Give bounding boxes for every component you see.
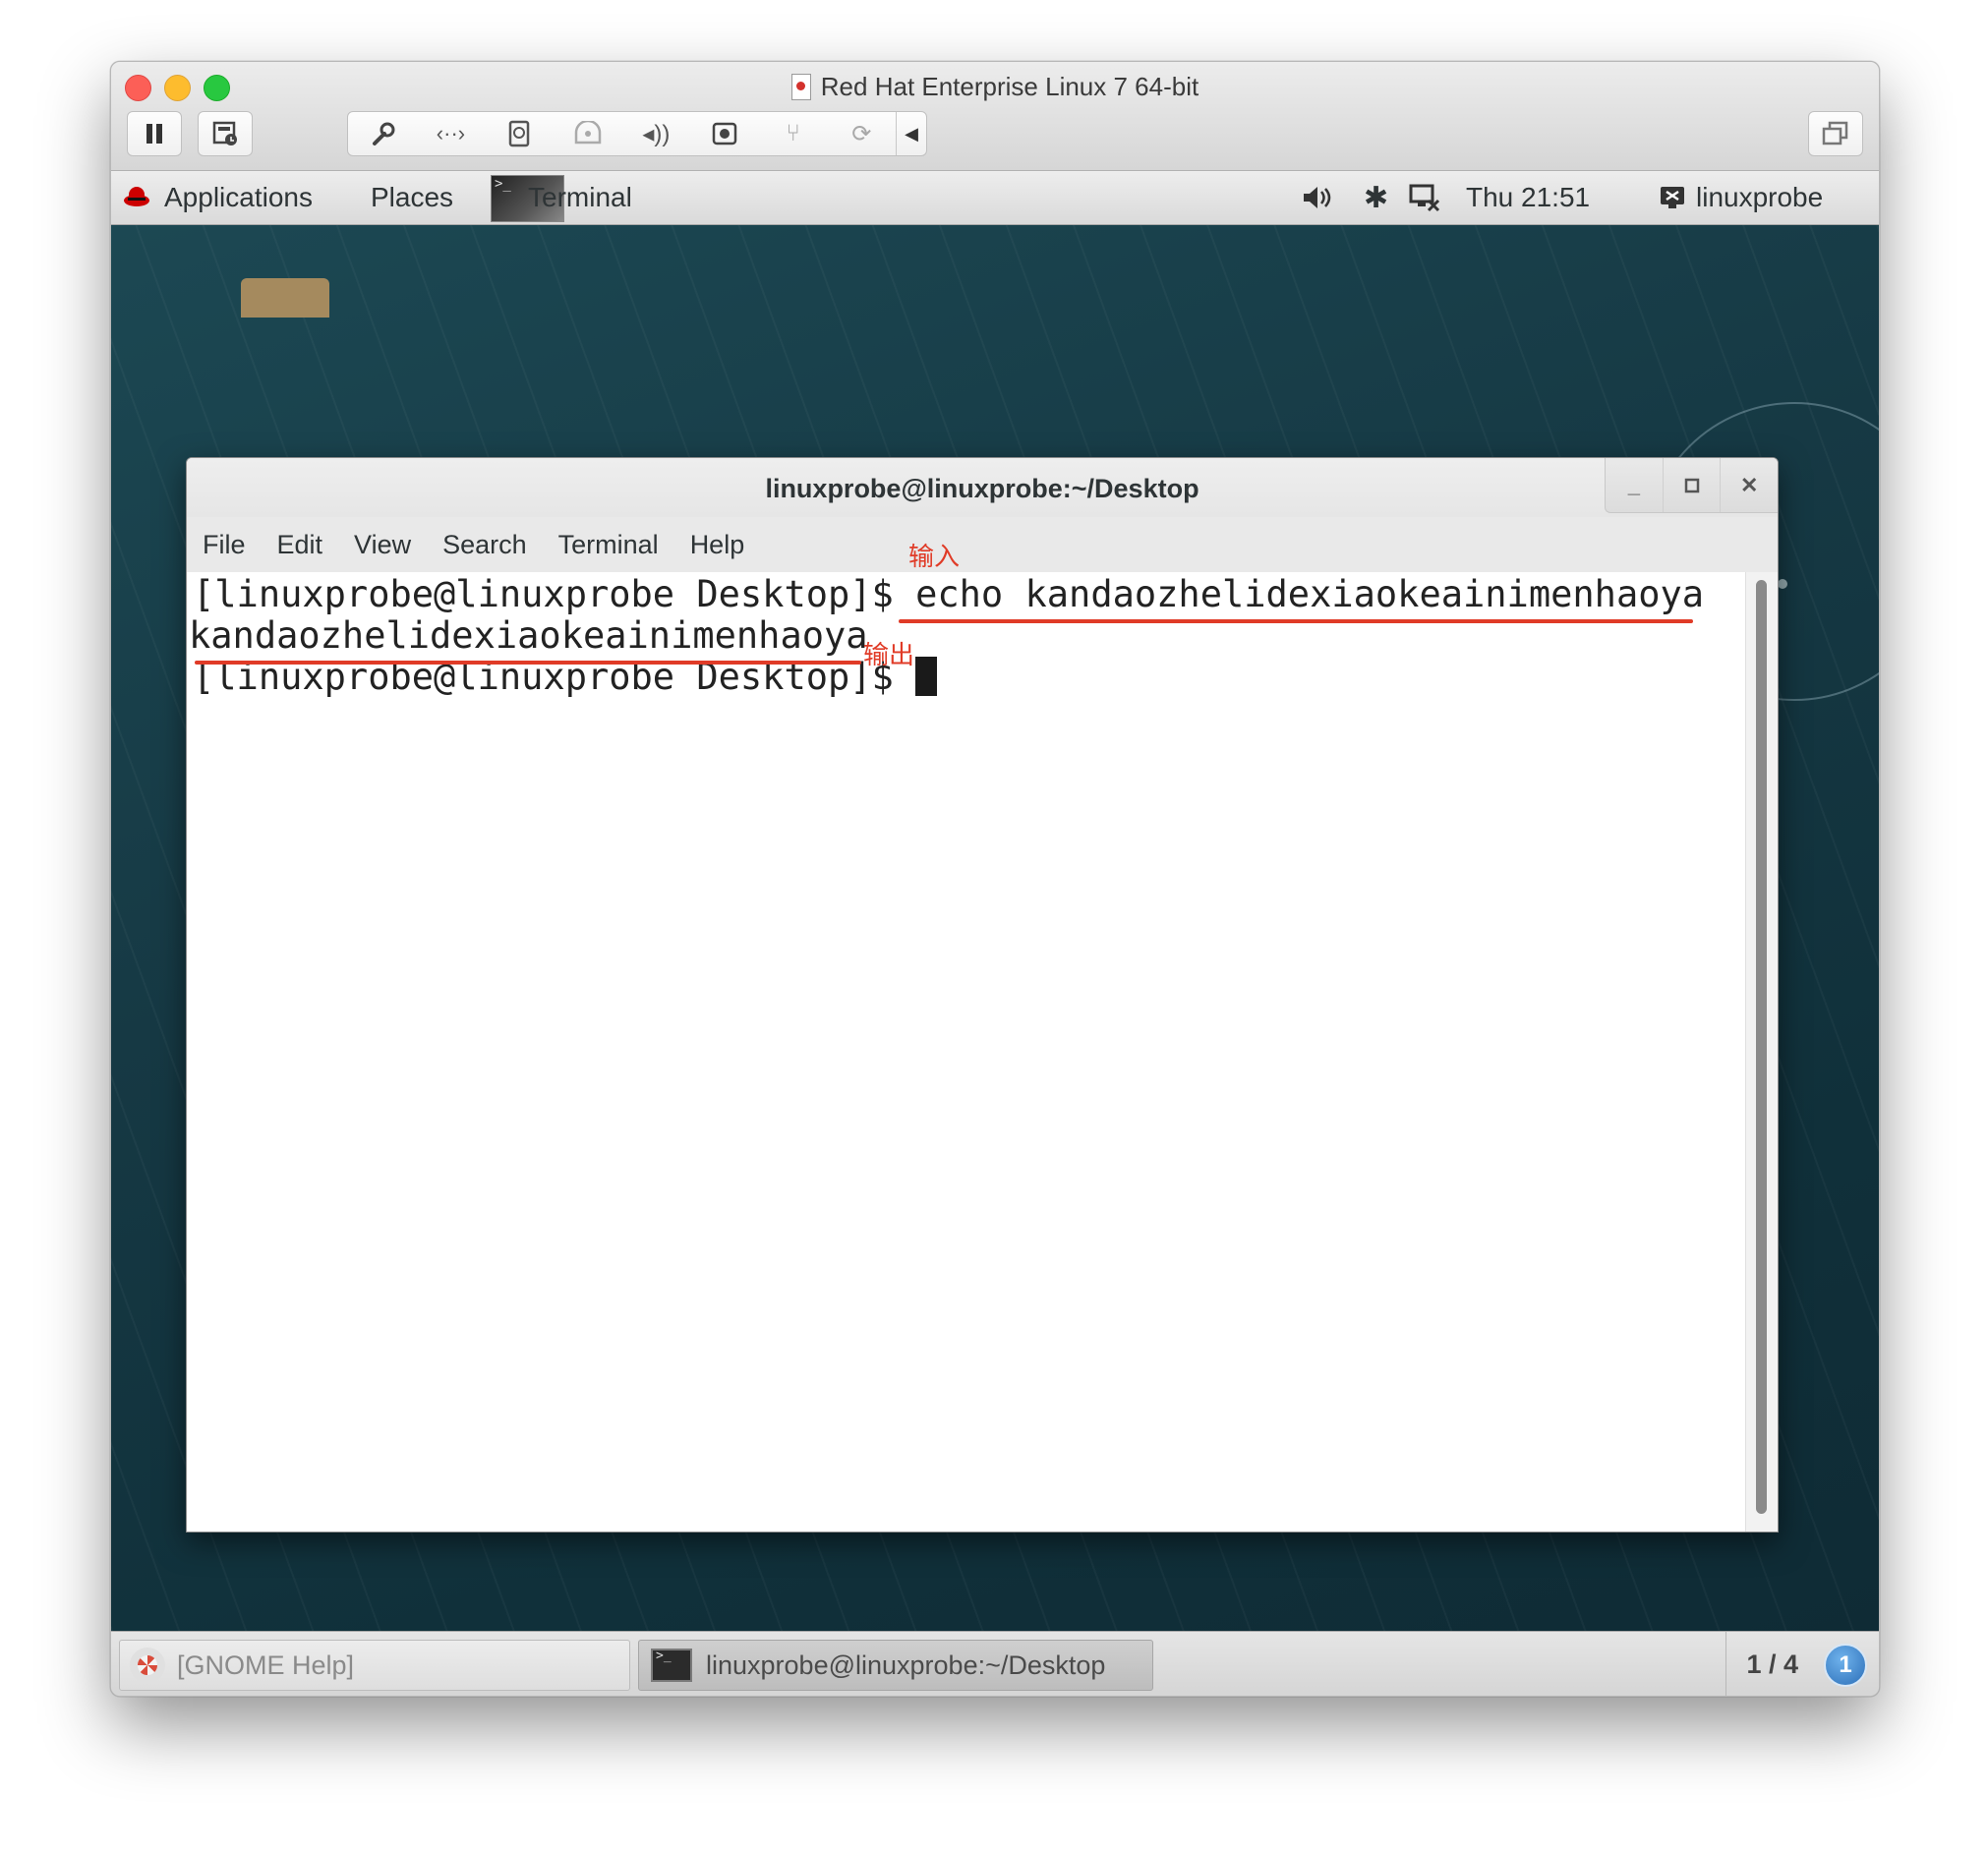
text-cursor [915,656,938,696]
terminal-title: linuxprobe@linuxprobe:~/Desktop [765,474,1199,503]
terminal-menubar: File Edit View Search Terminal Help [187,517,1778,572]
desktop-folder-icon[interactable] [241,278,329,318]
redhat-logo-icon [124,187,149,206]
minimize-icon[interactable]: _ [1606,458,1663,512]
usb-icon[interactable]: ⑂ [759,112,828,155]
vm-document-icon [790,73,811,100]
scrollbar-thumb[interactable] [1756,580,1767,1514]
workspace-indicator[interactable]: 1 / 4 [1725,1632,1798,1696]
menu-file[interactable]: File [203,530,246,560]
terminal-output[interactable]: [linuxprobe@linuxprobe Desktop]$ echo ka… [187,543,1746,1532]
terminal-line: [linuxprobe@linuxprobe Desktop]$ echo ka… [193,574,1704,615]
active-app-menu[interactable]: Terminal [528,171,632,224]
vmware-title: Red Hat Enterprise Linux 7 64-bit [111,70,1879,103]
output-underline [195,661,861,665]
notification-badge[interactable]: 1 [1824,1644,1867,1687]
vmware-titlebar: Red Hat Enterprise Linux 7 64-bit ‹··› ◂… [111,62,1879,171]
output-annotation: 输出 [863,641,915,670]
hard-disk-icon[interactable] [485,112,554,155]
menu-help[interactable]: Help [690,530,745,560]
gnome-bottom-bar: [GNOME Help] linuxprobe@linuxprobe:~/Des… [111,1631,1879,1696]
wrench-icon[interactable] [348,112,417,155]
camera-icon[interactable] [690,112,759,155]
shell-prompt: [linuxprobe@linuxprobe Desktop]$ [193,573,916,615]
applications-menu[interactable]: Applications [164,171,313,224]
snapshot-icon [212,121,237,145]
input-annotation: 输入 [908,543,961,572]
terminal-titlebar[interactable]: linuxprobe@linuxprobe:~/Desktop _ ✕ [187,458,1778,518]
gnome-top-bar: Applications Places Terminal ✱ Thu 21:51… [111,171,1879,225]
user-icon[interactable] [1659,171,1686,224]
desktop: linuxprobe@linuxprobe:~/Desktop _ ✕ File… [111,225,1879,1631]
snapshot-button[interactable] [198,111,253,156]
chevron-left-icon[interactable]: ◀ [896,112,926,155]
taskbar-item-gnome-help[interactable]: [GNOME Help] [119,1640,630,1691]
vmware-window-title: Red Hat Enterprise Linux 7 64-bit [820,71,1199,101]
taskbar-item-label: linuxprobe@linuxprobe:~/Desktop [706,1649,1106,1680]
network-status-icon[interactable] [1409,171,1442,224]
unity-button[interactable] [1808,111,1863,156]
typed-command: echo kandaozhelidexiaokeainimenhaoya [915,573,1705,615]
maximize-icon[interactable] [1662,458,1721,512]
terminal-scrollbar[interactable] [1745,572,1778,1532]
pause-button[interactable] [127,111,182,156]
command-output: kandaozhelidexiaokeainimenhaoya [189,614,868,657]
menu-edit[interactable]: Edit [277,530,323,560]
wallpaper-dot [1778,579,1787,589]
terminal-line: kandaozhelidexiaokeainimenhaoya [189,615,868,657]
vm-device-toolbar: ‹··› ◂)) ⑂ ⟳ ◀ [347,111,927,156]
places-menu[interactable]: Places [371,171,453,224]
sync-icon[interactable]: ⟳ [827,112,896,155]
input-underline [899,619,1693,623]
user-menu[interactable]: linuxprobe [1696,171,1823,224]
clock[interactable]: Thu 21:51 [1466,171,1590,224]
volume-icon[interactable] [1301,171,1334,224]
terminal-window: linuxprobe@linuxprobe:~/Desktop _ ✕ File… [186,457,1779,1533]
unity-icon [1822,121,1848,145]
vmware-window: Red Hat Enterprise Linux 7 64-bit ‹··› ◂… [110,61,1880,1697]
close-icon[interactable]: ✕ [1720,458,1778,512]
menu-view[interactable]: View [354,530,411,560]
bluetooth-icon[interactable]: ✱ [1364,171,1388,224]
cd-drive-icon[interactable] [554,112,622,155]
speaker-icon[interactable]: ◂)) [622,112,691,155]
network-icon[interactable]: ‹··› [417,112,486,155]
pause-icon [146,124,162,144]
terminal-icon [651,1649,692,1682]
taskbar-item-terminal[interactable]: linuxprobe@linuxprobe:~/Desktop [638,1640,1153,1691]
window-controls: _ ✕ [1605,458,1778,513]
taskbar-item-label: [GNOME Help] [177,1649,355,1680]
lifebuoy-icon [130,1648,165,1683]
menu-search[interactable]: Search [442,530,527,560]
menu-terminal[interactable]: Terminal [558,530,659,560]
